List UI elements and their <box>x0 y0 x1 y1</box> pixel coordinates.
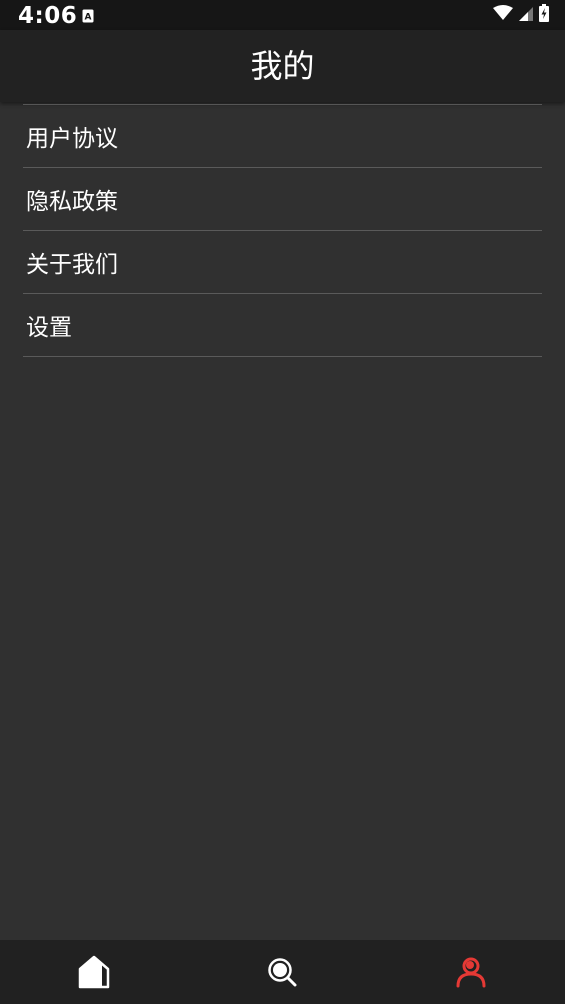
signal-icon <box>519 6 533 25</box>
nav-item-profile[interactable] <box>377 940 565 1004</box>
menu-item-user-agreement[interactable]: 用户协议 <box>23 105 542 168</box>
menu-item-about-us[interactable]: 关于我们 <box>23 231 542 294</box>
menu-item-label: 用户协议 <box>26 126 118 152</box>
home-icon <box>78 955 110 989</box>
menu-item-privacy-policy[interactable]: 隐私政策 <box>23 168 542 231</box>
menu-item-label: 隐私政策 <box>26 189 118 215</box>
menu-item-settings[interactable]: 设置 <box>23 294 542 357</box>
status-icons <box>493 4 549 26</box>
menu-list: 用户协议 隐私政策 关于我们 设置 <box>23 104 542 357</box>
page-title: 我的 <box>250 47 315 85</box>
nav-item-search[interactable] <box>188 940 376 1004</box>
menu-item-label: 设置 <box>26 315 72 341</box>
notification-a-icon: A <box>82 8 94 23</box>
bottom-nav <box>0 940 565 1004</box>
status-time: 4:06 <box>18 3 78 29</box>
menu-item-label: 关于我们 <box>26 252 118 278</box>
app-bar: 我的 <box>0 30 565 102</box>
wifi-icon <box>493 5 513 25</box>
nav-item-home[interactable] <box>0 940 188 1004</box>
battery-charging-icon <box>539 4 549 26</box>
status-bar: 4:06 A <box>0 0 565 30</box>
search-icon <box>267 957 297 987</box>
screen: 4:06 A 我的 用户协议 隐私政策 关于我们 设置 <box>0 0 565 1004</box>
user-icon <box>455 956 487 988</box>
svg-text:A: A <box>85 13 92 23</box>
